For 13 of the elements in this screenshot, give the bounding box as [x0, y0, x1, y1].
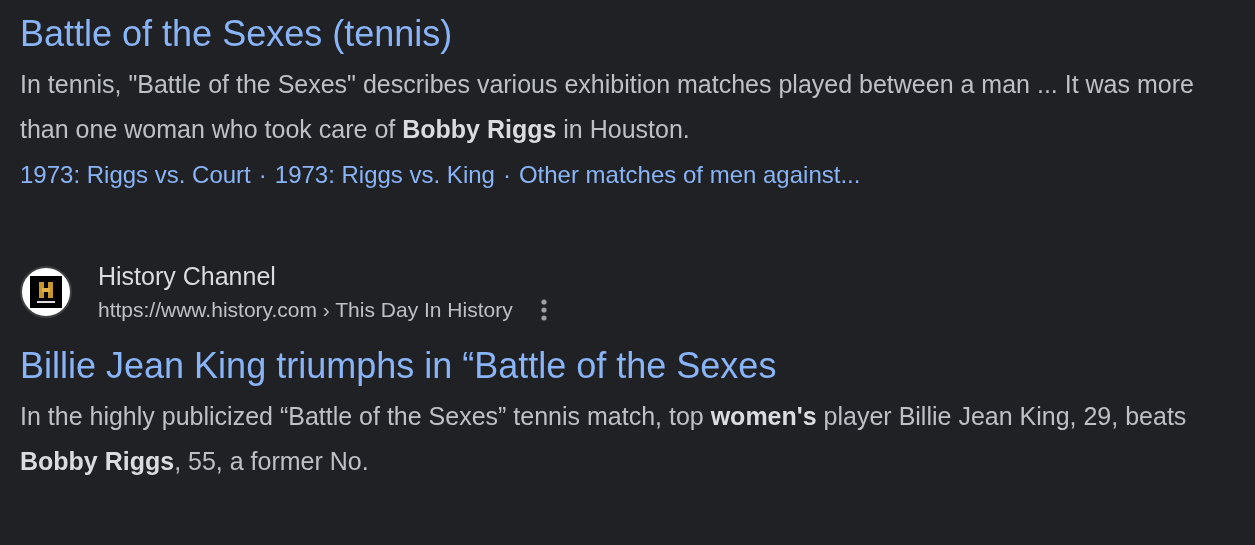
- result-snippet: In the highly publicized “Battle of the Sexes” tennis match, top women's player Billie Jean King, 29, beats Bobby Riggs, 55, a former No.: [20, 401, 1188, 477]
- site-url[interactable]: https://www.history.com › This Day In History: [98, 294, 513, 326]
- sitelink[interactable]: Other matches of men against...: [518, 152, 861, 198]
- more-options-icon[interactable]: [540, 298, 547, 322]
- separator-dot: ·: [258, 160, 267, 190]
- separator-dot: ·: [502, 160, 511, 190]
- sitelink[interactable]: 1973: Riggs vs. King: [274, 152, 495, 198]
- result-snippet: In tennis, "Battle of the Sexes" describes various exhibition matches played between a man ... It was more than one woman who took care of Bobby Riggs in Houston.: [20, 69, 1195, 145]
- sitelink[interactable]: 1973: Riggs vs. Court: [20, 152, 251, 198]
- result-title-link[interactable]: Billie Jean King triumphs in “Battle of the Sexes: [20, 342, 777, 390]
- result-title-link[interactable]: Battle of the Sexes (tennis): [20, 10, 453, 58]
- site-logo-icon: [20, 266, 72, 318]
- site-name: History Channel: [98, 261, 277, 292]
